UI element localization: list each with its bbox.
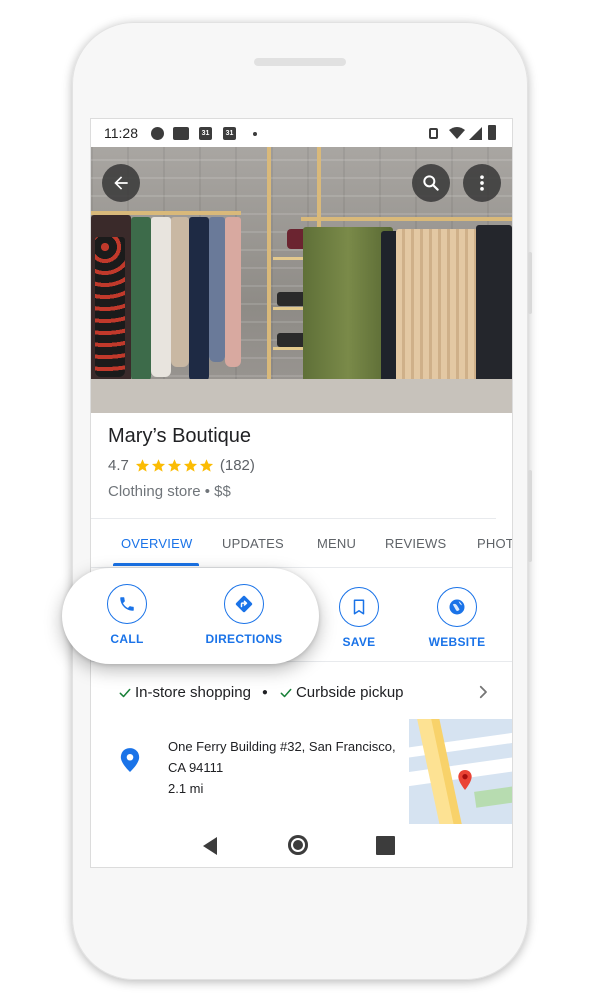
search-button[interactable] [412, 164, 450, 202]
location-pin-icon [120, 748, 140, 772]
back-button[interactable] [102, 164, 140, 202]
directions-icon [235, 595, 253, 613]
website-label: WEBSITE [428, 635, 486, 649]
phone-speaker [254, 58, 346, 66]
home-nav-icon[interactable] [288, 835, 308, 855]
vibrate-icon [429, 128, 438, 139]
star-icon [151, 459, 165, 472]
divider [91, 518, 496, 519]
arrow-back-icon [114, 176, 128, 190]
call-label: CALL [110, 632, 144, 646]
address-block[interactable]: One Ferry Building #32, San Francisco, C… [168, 736, 396, 799]
website-button[interactable]: WEBSITE [425, 587, 489, 649]
curbside-pickup-label: Curbside pickup [295, 684, 404, 701]
globe-icon [449, 599, 465, 615]
battery-icon [488, 125, 496, 140]
calendar-notification-icon: 31 [199, 127, 212, 140]
service-options[interactable]: In-store shopping ● Curbside pickup [118, 684, 404, 701]
power-button [528, 252, 532, 314]
address-line-1: One Ferry Building #32, San Francisco, [168, 739, 396, 754]
dot-separator: ● [261, 687, 268, 698]
tab-reviews[interactable]: REVIEWS [385, 536, 446, 551]
distance: 2.1 mi [168, 781, 204, 796]
check-icon [119, 688, 131, 697]
tab-photos[interactable]: PHOT [477, 536, 512, 551]
directions-button[interactable]: DIRECTIONS [202, 584, 286, 646]
star-icon [183, 459, 197, 472]
tab-bar: OVERVIEW UPDATES MENU REVIEWS PHOT [91, 536, 512, 566]
review-count: (182) [219, 457, 255, 474]
star-icon [167, 459, 181, 472]
rating-row[interactable]: 4.7 (182) [108, 457, 255, 474]
call-button[interactable]: CALL [103, 584, 151, 646]
chevron-right-icon[interactable] [474, 683, 492, 701]
tab-updates[interactable]: UPDATES [222, 536, 284, 551]
wifi-icon [449, 127, 465, 139]
bookmark-icon [353, 599, 365, 615]
chat-notification-icon [151, 127, 164, 140]
active-tab-indicator [113, 563, 199, 566]
tab-menu[interactable]: MENU [317, 536, 356, 551]
address-line-2: CA 94111 [168, 760, 224, 775]
place-photo[interactable] [91, 147, 512, 413]
map-marker-icon [458, 770, 472, 790]
place-category: Clothing store • $$ [108, 483, 231, 500]
save-label: SAVE [342, 635, 376, 649]
more-notifications-dot [253, 132, 257, 136]
place-name: Mary’s Boutique [108, 425, 252, 447]
save-button[interactable]: SAVE [337, 587, 381, 649]
signal-icon [469, 127, 482, 140]
map-thumbnail[interactable] [409, 719, 512, 824]
highlight-callout: CALL DIRECTIONS [62, 568, 319, 664]
phone-frame: 11:28 31 31 Mary’s Boutique 4.7 (182) Cl… [72, 22, 532, 980]
more-vert-icon [480, 175, 484, 191]
tab-overview[interactable]: OVERVIEW [121, 536, 192, 551]
gmail-notification-icon [173, 127, 189, 140]
system-nav-bar [91, 824, 512, 867]
star-icon [199, 459, 213, 472]
back-nav-icon[interactable] [201, 836, 219, 856]
screen: 11:28 31 31 Mary’s Boutique 4.7 (182) Cl… [90, 118, 513, 868]
check-icon [280, 688, 292, 697]
search-icon [423, 175, 439, 191]
in-store-shopping-label: In-store shopping [135, 684, 251, 701]
more-options-button[interactable] [463, 164, 501, 202]
status-time: 11:28 [104, 125, 138, 141]
star-icon [135, 459, 149, 472]
recents-nav-icon[interactable] [376, 836, 395, 855]
rating-value: 4.7 [108, 457, 129, 474]
status-bar: 11:28 31 31 [91, 119, 512, 147]
rating-stars [135, 458, 214, 473]
calendar-notification-icon-2: 31 [223, 127, 236, 140]
phone-icon [120, 597, 134, 611]
volume-button [528, 470, 532, 562]
directions-label: DIRECTIONS [205, 632, 283, 646]
